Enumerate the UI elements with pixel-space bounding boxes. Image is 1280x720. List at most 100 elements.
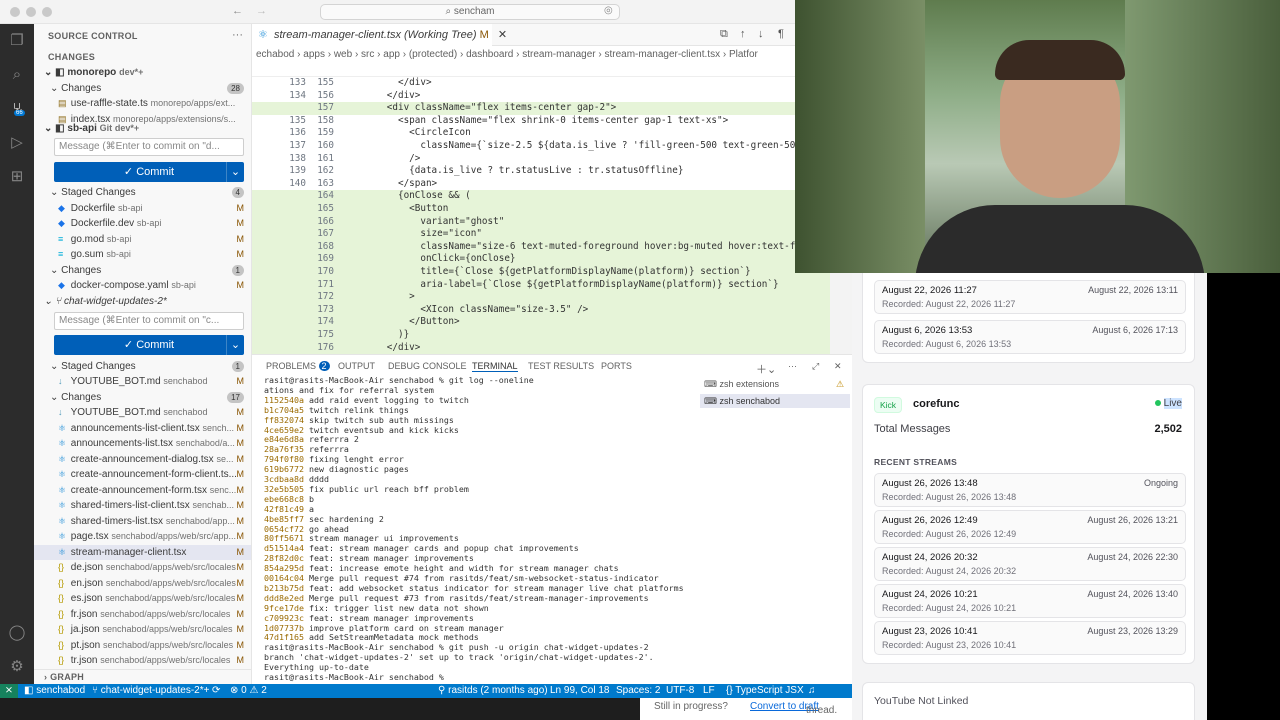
run-debug-icon[interactable]: ▷ (8, 134, 26, 152)
previous-change-icon[interactable]: ↑ (740, 28, 746, 40)
list-item[interactable]: ⚛ create-announcement-form.tsx senc... M (34, 483, 251, 498)
repo-sb-api[interactable]: ⌄ ◧ sb-api Git dev*+ (34, 121, 251, 136)
terminal-output[interactable]: rasit@rasits-MacBook-Air senchabod % git… (264, 376, 694, 684)
back-arrow-icon[interactable]: ← (232, 5, 243, 17)
breadcrumb[interactable]: echabod › apps › web › src › app › (prot… (252, 46, 795, 64)
next-change-icon[interactable]: ↓ (758, 28, 764, 40)
commit-button-chat[interactable]: ✓ Commit ⌄ (54, 335, 244, 355)
graph-section-header[interactable]: › GRAPH (34, 669, 251, 684)
list-item[interactable]: {} pt.json senchabod/apps/web/src/locale… (34, 638, 251, 653)
list-item[interactable]: ⚛ announcements-list.tsx senchabod/a... M (34, 436, 251, 451)
chat-changes-group[interactable]: ⌄ Changes 17 (34, 390, 251, 405)
list-item[interactable]: ◆ Dockerfile sb-api M (34, 201, 251, 216)
commit-message-input-chat[interactable]: Message (⌘Enter to commit on "c... (54, 312, 244, 330)
repo-monorepo[interactable]: ⌄ ◧ monorepo dev*+ (34, 65, 251, 80)
list-item[interactable]: {} es.json senchabod/apps/web/src/locale… (34, 591, 251, 606)
list-item[interactable]: {} ja.json senchabod/apps/web/src/locale… (34, 622, 251, 637)
commit-hash: e84e6d8a (264, 434, 304, 445)
indentation[interactable]: Spaces: 2 (616, 684, 660, 698)
open-file-icon[interactable]: ⧉ (720, 28, 728, 41)
more-actions-icon[interactable]: ¶ (778, 28, 784, 40)
stream-row[interactable]: August 22, 2026 11:27 Recorded: August 22… (874, 280, 1186, 314)
more-actions-icon[interactable]: ··· (232, 29, 243, 41)
close-window-dot[interactable] (10, 7, 20, 17)
commit-button-sb-api[interactable]: ✓ Commit ⌄ (54, 162, 244, 182)
terminal-line: rasit@rasits-MacBook-Air senchabod % (264, 672, 449, 683)
list-item[interactable]: ⚛ shared-timers-list-client.tsx senchab.… (34, 498, 251, 513)
list-item[interactable]: ◆ docker-compose.yaml sb-api M (34, 278, 251, 293)
status-flag: M (236, 407, 245, 417)
tab-test-results[interactable]: TEST RESULTS (528, 361, 594, 371)
list-item[interactable]: ▤ use-raffle-state.ts monorepo/apps/ext.… (34, 96, 251, 111)
list-item[interactable]: ⚛ stream-manager-client.tsx M (34, 544, 251, 560)
list-item[interactable]: ◆ Dockerfile.dev sb-api M (34, 216, 251, 231)
repo-chat-widget[interactable]: ⌄ ⑂ chat-widget-updates-2* (34, 294, 251, 309)
changes-section-header[interactable]: CHANGES (34, 50, 251, 65)
tab-ports[interactable]: PORTS (601, 361, 632, 371)
search-icon[interactable]: ⌕ (8, 66, 26, 84)
close-tab-icon[interactable]: ✕ (498, 29, 507, 41)
list-item[interactable]: ≡ go.sum sb-api M (34, 247, 251, 262)
chevron-down-icon[interactable]: ⌄ (226, 335, 244, 355)
stream-row[interactable]: August 24, 2026 10:21 Recorded: August 24… (874, 584, 1186, 618)
copilot-icon[interactable]: ◎ (604, 5, 613, 16)
command-center-search[interactable]: ⌕ sencham (320, 4, 620, 20)
list-item[interactable]: {} en.json senchabod/apps/web/src/locale… (34, 576, 251, 591)
sync-icon[interactable]: ⟳ (212, 684, 220, 698)
forward-arrow-icon[interactable]: → (256, 5, 267, 17)
monorepo-changes-group[interactable]: ⌄ Changes 28 (34, 81, 251, 96)
tab-debug-console[interactable]: DEBUG CONSOLE (388, 361, 467, 371)
end-of-line[interactable]: LF (703, 684, 715, 698)
branch-status[interactable]: ⑂ chat-widget-updates-2*+ (92, 684, 209, 698)
commit-message-input-sb-api[interactable]: Message (⌘Enter to commit on "d... (54, 138, 244, 156)
list-item[interactable]: {} de.json senchabod/apps/web/src/locale… (34, 560, 251, 575)
list-item[interactable]: {} tr.json senchabod/apps/web/src/locale… (34, 653, 251, 668)
stream-row[interactable]: August 6, 2026 13:53 Recorded: August 6, … (874, 320, 1186, 354)
account-icon[interactable]: ◯ (8, 624, 26, 642)
tab-stream-manager-client[interactable]: ⚛ stream-manager-client.tsx (Working Tre… (252, 24, 507, 46)
language-mode[interactable]: {} TypeScript JSX (726, 684, 804, 698)
explorer-icon[interactable]: ❐ (8, 32, 26, 50)
chat-staged-group[interactable]: ⌄ Staged Changes 1 (34, 359, 251, 374)
list-item[interactable]: ↓ YOUTUBE_BOT.md senchabod M (34, 374, 251, 389)
stream-row[interactable]: August 26, 2026 12:49 Recorded: August 26… (874, 510, 1186, 544)
minimize-window-dot[interactable] (26, 7, 36, 17)
list-item[interactable]: ⚛ page.tsx senchabod/apps/web/src/app...… (34, 529, 251, 544)
close-panel-icon[interactable]: ✕ (834, 361, 842, 372)
zoom-window-dot[interactable] (42, 7, 52, 17)
new-terminal-icon[interactable]: ＋⌄ (756, 361, 776, 377)
repo-status[interactable]: ◧ senchabod (24, 684, 85, 698)
stream-row[interactable]: August 23, 2026 10:41 Recorded: August 23… (874, 621, 1186, 655)
sb-api-changes-group[interactable]: ⌄ Changes 1 (34, 263, 251, 278)
tab-terminal[interactable]: TERMINAL (472, 361, 518, 372)
new-line-number: 161 (317, 152, 334, 164)
settings-gear-icon[interactable]: ⚙ (8, 658, 26, 676)
list-item[interactable]: {} fr.json senchabod/apps/web/src/locale… (34, 607, 251, 622)
terminal-item-extensions[interactable]: ⌨ zsh extensions (704, 379, 779, 390)
notifications-bell-icon[interactable]: ♫ (808, 684, 816, 698)
code-text: </span> (342, 177, 438, 189)
more-actions-icon[interactable]: ··· (788, 361, 797, 371)
stream-row[interactable]: August 24, 2026 20:32 Recorded: August 24… (874, 547, 1186, 581)
code-editor[interactable]: 99function PlatformStatusCard({ 133 155 <… (252, 64, 852, 354)
remote-indicator-icon[interactable]: ⨯ (0, 684, 18, 698)
git-blame-status[interactable]: ⚲ rasitds (2 months ago) (438, 684, 548, 698)
extensions-icon[interactable]: ⊞ (8, 168, 26, 186)
stream-row[interactable]: August 26, 2026 13:48 Recorded: August 26… (874, 473, 1186, 507)
chevron-down-icon[interactable]: ⌄ (226, 162, 244, 182)
new-line-number: 167 (317, 228, 334, 240)
list-item[interactable]: ⚛ announcements-list-client.tsx sench...… (34, 421, 251, 436)
encoding[interactable]: UTF-8 (666, 684, 694, 698)
list-item[interactable]: ≡ go.mod sb-api M (34, 232, 251, 247)
cursor-position[interactable]: Ln 99, Col 18 (550, 684, 610, 698)
tab-output[interactable]: OUTPUT (338, 361, 375, 371)
list-item[interactable]: ↓ YOUTUBE_BOT.md senchabod M (34, 405, 251, 420)
tab-problems[interactable]: PROBLEMS 2 (266, 361, 330, 371)
list-item[interactable]: ⚛ create-announcement-dialog.tsx se... M (34, 452, 251, 467)
terminal-item-senchabod[interactable]: ⌨ zsh senchabod (700, 394, 850, 408)
list-item[interactable]: ⚛ shared-timers-list.tsx senchabod/app..… (34, 514, 251, 529)
problems-status[interactable]: ⊗ 0 ⚠ 2 (230, 684, 267, 698)
list-item[interactable]: ⚛ create-announcement-form-client.ts... … (34, 467, 251, 482)
maximize-panel-icon[interactable]: ⤢ (812, 361, 819, 372)
staged-changes-group[interactable]: ⌄ Staged Changes 4 (34, 185, 251, 200)
